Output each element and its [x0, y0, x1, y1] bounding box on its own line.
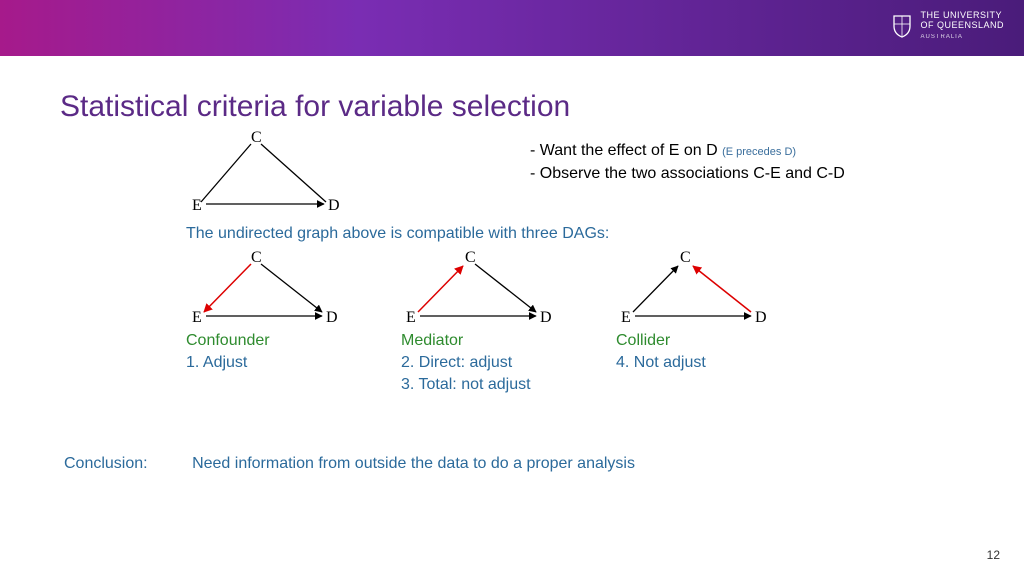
node-d: D	[328, 197, 340, 214]
dag-title-mediator: Mediator	[401, 330, 616, 352]
page-title: Statistical criteria for variable select…	[60, 90, 570, 124]
svg-text:D: D	[540, 309, 552, 326]
logo-line1: THE UNIVERSITY	[920, 10, 1004, 20]
dag-action-3: 3. Total: not adjust	[401, 374, 616, 396]
node-e: E	[192, 197, 202, 214]
dag-collider: C E D	[615, 250, 785, 330]
dag-confounder: C E D	[186, 250, 356, 330]
conclusion-text: Need information from outside the data t…	[192, 455, 635, 472]
svg-text:E: E	[192, 309, 202, 326]
compatibility-caption: The undirected graph above is compatible…	[186, 225, 609, 243]
header-bar: THE UNIVERSITY OF QUEENSLAND AUSTRALIA	[0, 0, 1024, 56]
conclusion: Conclusion: Need information from outsid…	[64, 455, 635, 473]
svg-text:E: E	[621, 309, 631, 326]
note-observe: - Observe the two associations C-E and C…	[530, 163, 845, 185]
dag-action-4: 4. Not adjust	[616, 352, 831, 374]
page-number: 12	[987, 548, 1000, 562]
svg-text:E: E	[406, 309, 416, 326]
svg-text:C: C	[680, 250, 691, 266]
note-want-effect: - Want the effect of E on D	[530, 142, 722, 159]
university-logo: THE UNIVERSITY OF QUEENSLAND AUSTRALIA	[890, 10, 1004, 42]
svg-text:D: D	[755, 309, 767, 326]
logo-line2: OF QUEENSLAND	[920, 20, 1004, 30]
svg-text:C: C	[465, 250, 476, 266]
notes: - Want the effect of E on D (E precedes …	[530, 140, 845, 185]
svg-text:D: D	[326, 309, 338, 326]
logo-sub: AUSTRALIA	[920, 32, 1004, 42]
dag-descriptions: Confounder 1. Adjust Mediator 2. Direct:…	[186, 330, 831, 396]
svg-text:C: C	[251, 250, 262, 266]
dag-mediator: C E D	[400, 250, 570, 330]
dag-title-collider: Collider	[616, 330, 831, 352]
conclusion-label: Conclusion:	[64, 455, 148, 472]
undirected-graph: C E D	[186, 130, 356, 220]
note-precedes: (E precedes D)	[722, 146, 796, 158]
dag-action-1: 1. Adjust	[186, 352, 401, 374]
dag-action-2: 2. Direct: adjust	[401, 352, 616, 374]
crest-icon	[890, 14, 914, 38]
dag-title-confounder: Confounder	[186, 330, 401, 352]
node-c: C	[251, 130, 262, 146]
